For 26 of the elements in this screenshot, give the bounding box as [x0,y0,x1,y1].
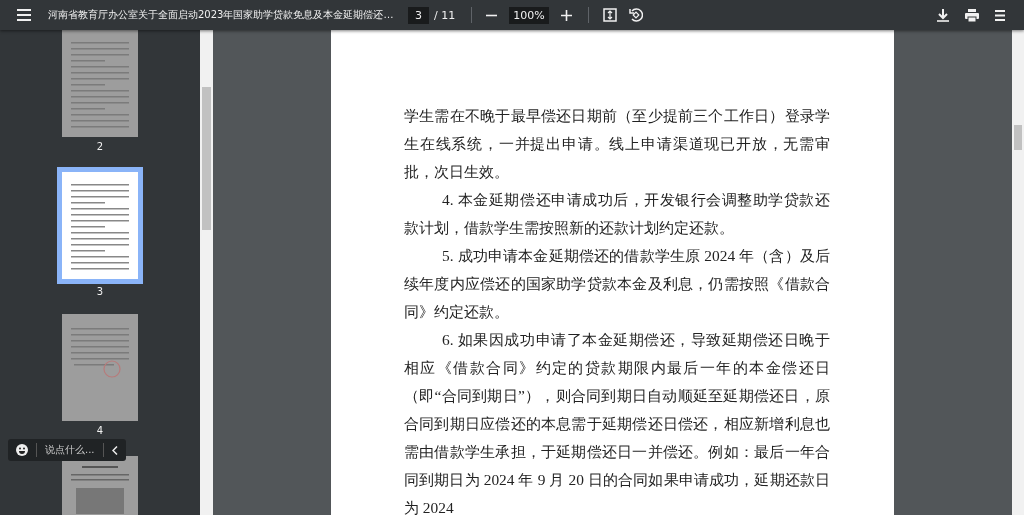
paragraph: 6. 如果因成功申请了本金延期偿还，导致延期偿还日晚于相应《借款合同》约定的贷款期限内最后一年的本金偿还日（即“合同到期日”），则合同到期日自动顺延至延期偿还日，原合同到期日应偿还的本息需于延期偿还日偿还，相应新增利息也需由借款学生承担，于延期偿还日一并偿还。例如：最后一年合同到期日为 2024 年 9 月 20 日的合同如果申请成功，延期还款日为 2024 [404,330,830,515]
page-total: / 11 [434,8,456,22]
download-icon[interactable] [937,8,949,22]
chevron-left-icon[interactable] [111,445,118,455]
document-title: 河南省教育厅办公室关于全面启动2023年国家助学贷款免息及本金延期偿还… [48,8,395,22]
page-thumbnail[interactable] [57,167,143,284]
zoom-field[interactable]: 100% [509,6,549,24]
paragraph: 4. 本金延期偿还申请成功后，开发银行会调整助学贷款还款计划，借款学生需按照新的还款计划约定还款。 [404,190,830,238]
comment-input[interactable]: 说点什么... [45,443,95,457]
page-number-field[interactable]: 3 [408,6,429,24]
zoom-in-icon[interactable] [560,9,572,21]
rotate-icon[interactable] [628,8,643,22]
fit-page-icon[interactable] [602,8,617,22]
page-thumbnail[interactable] [62,30,138,137]
scrollbar[interactable] [200,30,213,515]
paragraph: 学生需在不晚于最早偿还日期前（至少提前三个工作日）登录学生在线系统，一并提出申请。线上申请渠道现已开放，无需审批，次日生效。 [404,106,830,182]
page-number-label: 3 [96,286,104,298]
page-number-label: 4 [96,425,104,437]
smiley-icon[interactable] [16,444,28,456]
print-icon[interactable] [965,8,979,22]
paragraph: 5. 成功申请本金延期偿还的借款学生原 2024 年（含）及后续年度内应偿还的国家助学贷款本金及利息，仍需按照《借款合同》约定还款。 [404,246,830,322]
scrollbar[interactable] [1012,30,1024,515]
page-number-label: 2 [96,141,104,153]
page-thumbnail[interactable] [62,314,138,421]
more-options-icon[interactable] [995,9,1005,21]
menu-icon[interactable] [17,9,31,21]
